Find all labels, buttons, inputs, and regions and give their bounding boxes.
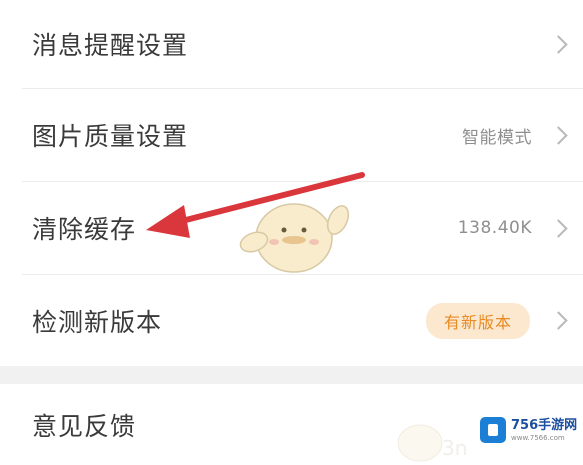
756-logo-icon xyxy=(480,417,506,443)
watermark-text: 756手游网 www.7566.com xyxy=(511,419,577,442)
red-arrow-annotation xyxy=(146,172,365,238)
watermark-logo: 756手游网 www.7566.com xyxy=(480,410,580,450)
watermark-url: www.7566.com xyxy=(511,433,565,442)
watermark-title: 756手游网 xyxy=(511,417,578,433)
